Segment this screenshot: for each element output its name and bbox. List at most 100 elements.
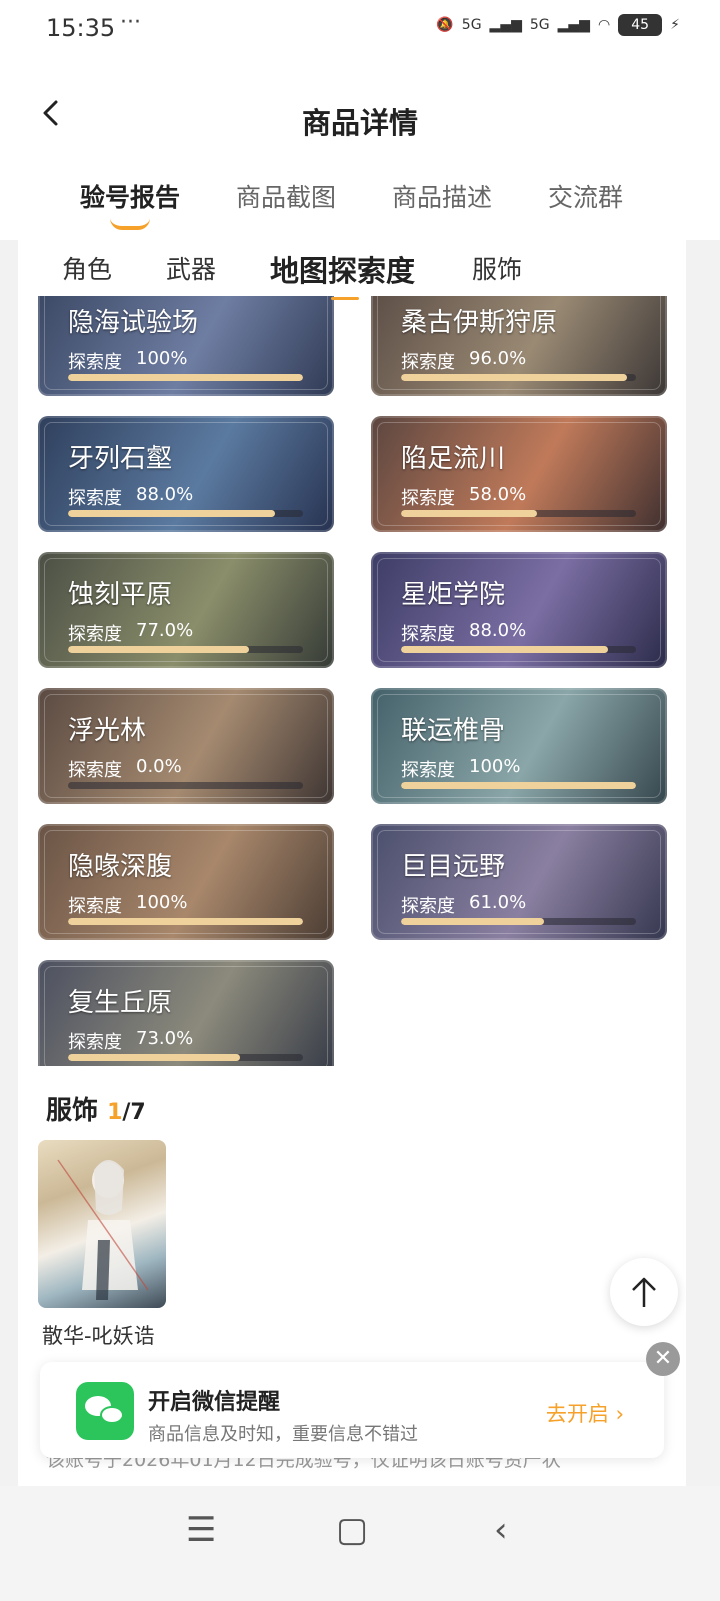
costume-total-count: /7	[122, 1100, 146, 1125]
back-nav-icon[interactable]: ‹	[494, 1510, 508, 1550]
exploration-row: 探索度 77.0%	[68, 620, 193, 646]
tab-screenshots[interactable]: 商品截图	[236, 178, 336, 214]
map-name: 牙列石壑	[68, 444, 173, 474]
sub-tabs: 角色 武器 地图探索度 服饰	[18, 240, 686, 300]
exploration-progress-bar	[68, 510, 303, 517]
map-name: 星炬学院	[401, 580, 506, 610]
subtab-costumes[interactable]: 服饰	[472, 250, 522, 286]
map-name: 联运椎骨	[401, 716, 506, 746]
exploration-percent: 61.0%	[469, 892, 527, 913]
exploration-row: 探索度 88.0%	[401, 620, 526, 646]
exploration-progress-fill	[68, 510, 275, 517]
page-title: 商品详情	[301, 106, 418, 140]
mute-icon: 🔕	[436, 17, 454, 33]
exploration-progress-fill	[401, 374, 627, 381]
report-content[interactable]: 角色 武器 地图探索度 服饰 隐海试验场 探索度 100% 桑古伊斯狩原 探索度 96.0…	[18, 240, 686, 1520]
map-card[interactable]: 蚀刻平原探索度 77.0%	[38, 552, 334, 668]
exploration-percent: 58.0%	[469, 484, 527, 505]
tab-description[interactable]: 商品描述	[392, 178, 492, 214]
exploration-percent: 100%	[469, 756, 521, 777]
subtab-map-exploration[interactable]: 地图探索度	[270, 248, 415, 300]
costume-current-count: 1	[107, 1100, 123, 1125]
exploration-label: 探索度	[68, 896, 122, 917]
map-card[interactable]: 隐喙深腹探索度 100%	[38, 824, 334, 940]
exploration-percent: 88.0%	[469, 620, 527, 641]
exploration-label: 探索度	[68, 760, 122, 781]
exploration-progress-bar	[68, 1054, 303, 1061]
costume-image[interactable]	[38, 1140, 166, 1308]
exploration-row: 探索度 96.0%	[401, 348, 526, 374]
charging-icon: ⚡	[670, 17, 680, 33]
status-bar: 15:35 ··· 🔕 5G ▂▄▆ 5G ▂▄▆ ◠ 45 ⚡	[0, 0, 720, 60]
map-card[interactable]: 陷足流川 探索度 58.0%	[371, 416, 667, 532]
exploration-progress-bar	[68, 918, 303, 925]
exploration-label: 探索度	[68, 624, 122, 645]
banner-title: 开启微信提醒	[148, 1390, 281, 1415]
exploration-progress-fill	[68, 1054, 240, 1061]
exploration-progress-bar	[401, 646, 636, 653]
exploration-progress-fill	[68, 374, 303, 381]
map-name: 蚀刻平原	[68, 580, 173, 610]
exploration-progress-fill	[401, 782, 636, 789]
exploration-progress-bar	[68, 646, 303, 653]
exploration-percent: 88.0%	[136, 484, 194, 505]
home-icon[interactable]: ▢	[336, 1510, 368, 1550]
exploration-progress-fill	[401, 646, 608, 653]
scroll-top-button[interactable]	[610, 1258, 678, 1326]
exploration-percent: 77.0%	[136, 620, 194, 641]
exploration-row: 探索度 0.0%	[68, 756, 182, 782]
exploration-row: 探索度 100%	[68, 348, 187, 374]
enable-reminder-button[interactable]: 去开启 ›	[546, 1398, 624, 1428]
exploration-progress-fill	[401, 918, 545, 925]
exploration-row: 探索度 88.0%	[68, 484, 193, 510]
costume-character-illustration	[57, 1159, 149, 1300]
exploration-progress-bar	[401, 510, 636, 517]
wechat-icon	[76, 1382, 134, 1440]
signal-icon: ▂▄▆	[489, 17, 522, 33]
exploration-percent: 0.0%	[136, 756, 182, 777]
page-header: 商品详情 验号报告 商品截图 商品描述 交流群	[0, 60, 720, 240]
close-banner-button[interactable]: ✕	[646, 1342, 680, 1376]
map-exploration-grid: 隐海试验场 探索度 100% 桑古伊斯狩原 探索度 96.0% 牙列石壑 探索度 88.0% 陷足…	[18, 296, 686, 1066]
map-card[interactable]: 复生丘原 探索度 73.0%	[38, 960, 334, 1066]
exploration-label: 探索度	[401, 624, 455, 645]
subtab-characters[interactable]: 角色	[62, 250, 112, 286]
map-name: 巨目远野	[401, 852, 506, 882]
map-card[interactable]: 牙列石壑探索度 88.0%	[38, 416, 334, 532]
tab-chat-group[interactable]: 交流群	[548, 178, 623, 214]
map-card[interactable]: 巨目远野探索度 61.0%	[371, 824, 667, 940]
exploration-progress-bar	[401, 782, 636, 789]
exploration-label: 探索度	[401, 896, 455, 917]
exploration-label: 探索度	[401, 352, 455, 373]
main-tabs: 验号报告 商品截图 商品描述 交流群	[0, 178, 720, 230]
costume-title-label: 服饰	[46, 1096, 99, 1126]
tab-inspection-report[interactable]: 验号报告	[80, 178, 180, 230]
exploration-percent: 96.0%	[469, 348, 527, 369]
menu-icon[interactable]: ☰	[186, 1510, 216, 1550]
wechat-reminder-banner[interactable]: 开启微信提醒 商品信息及时知，重要信息不错过 去开启 ›	[40, 1362, 664, 1458]
exploration-percent: 73.0%	[136, 1028, 194, 1049]
map-card[interactable]: 星炬学院探索度 88.0%	[371, 552, 667, 668]
exploration-row: 探索度 61.0%	[401, 892, 526, 918]
map-name: 桑古伊斯狩原	[401, 308, 558, 338]
map-card[interactable]: 浮光林 探索度 0.0%	[38, 688, 334, 804]
network-icon-2: 5G	[529, 17, 550, 33]
status-notification-icons: ···	[120, 10, 141, 35]
map-name: 隐海试验场	[68, 308, 199, 338]
status-time: 15:35	[46, 14, 116, 42]
subtab-weapons[interactable]: 武器	[166, 250, 216, 286]
exploration-progress-fill	[68, 646, 249, 653]
system-nav-bar: ☰ ▢ ‹	[0, 1486, 720, 1601]
map-name: 隐喙深腹	[68, 852, 173, 882]
exploration-progress-bar	[68, 782, 303, 789]
map-name: 陷足流川	[401, 444, 506, 474]
exploration-row: 探索度 100%	[68, 892, 187, 918]
map-card[interactable]: 隐海试验场探索度 100%	[38, 296, 334, 396]
banner-subtitle: 商品信息及时知，重要信息不错过	[148, 1424, 418, 1445]
map-card[interactable]: 联运椎骨 探索度 100%	[371, 688, 667, 804]
map-name: 复生丘原	[68, 988, 173, 1018]
exploration-progress-fill	[68, 918, 303, 925]
map-card[interactable]: 桑古伊斯狩原探索度 96.0%	[371, 296, 667, 396]
arrow-up-icon	[632, 1277, 656, 1307]
signal-icon-2: ▂▄▆	[557, 17, 590, 33]
